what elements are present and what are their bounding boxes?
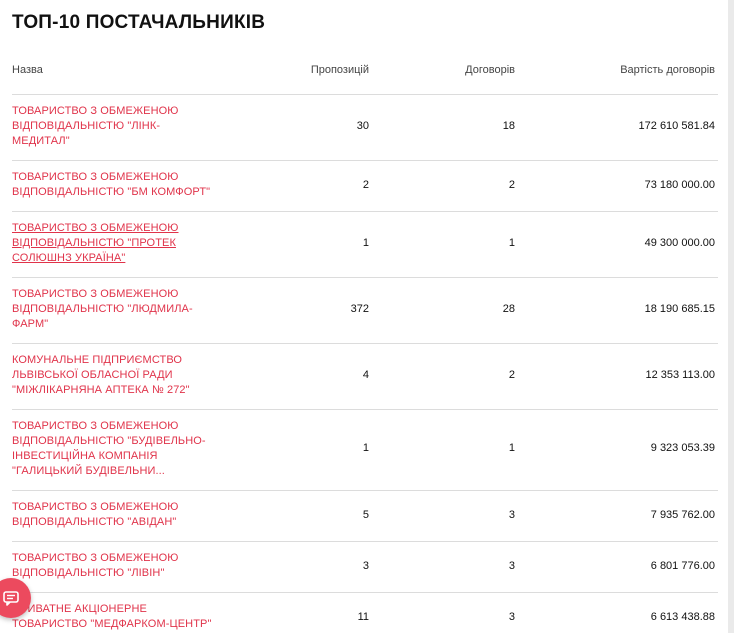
row-divider bbox=[12, 490, 718, 491]
contracts-count: 3 bbox=[508, 509, 515, 521]
supplier-link[interactable]: ТОВАРИСТВО З ОБМЕЖЕНОЮ ВІДПОВІДАЛЬНІСТЮ … bbox=[12, 551, 212, 581]
contracts-value: 49 300 000.00 bbox=[644, 237, 715, 249]
column-header-contracts[interactable]: Договорів bbox=[465, 64, 515, 76]
page-title: ТОП-10 ПОСТАЧАЛЬНИКІВ bbox=[12, 12, 266, 33]
supplier-link[interactable]: ТОВАРИСТВО З ОБМЕЖЕНОЮ ВІДПОВІДАЛЬНІСТЮ … bbox=[12, 419, 212, 479]
proposals-count: 1 bbox=[362, 237, 369, 249]
contracts-value: 9 323 053.39 bbox=[650, 442, 715, 454]
row-divider bbox=[12, 277, 718, 278]
page-scroll-track[interactable] bbox=[728, 0, 734, 633]
contracts-value: 172 610 581.84 bbox=[638, 120, 715, 132]
column-header-name[interactable]: Назва bbox=[12, 64, 43, 76]
supplier-link[interactable]: ПРИВАТНЕ АКЦІОНЕРНЕ ТОВАРИСТВО "МЕДФАРКО… bbox=[12, 602, 212, 632]
contracts-count: 28 bbox=[502, 303, 515, 315]
header-divider bbox=[12, 94, 718, 95]
supplier-link[interactable]: КОМУНАЛЬНЕ ПІДПРИЄМСТВО ЛЬВІВСЬКОЇ ОБЛАС… bbox=[12, 353, 212, 398]
supplier-link[interactable]: ТОВАРИСТВО З ОБМЕЖЕНОЮ ВІДПОВІДАЛЬНІСТЮ … bbox=[12, 221, 212, 266]
contracts-value: 6 801 776.00 bbox=[650, 560, 715, 572]
proposals-count: 4 bbox=[362, 369, 369, 381]
contracts-count: 2 bbox=[508, 369, 515, 381]
supplier-link[interactable]: ТОВАРИСТВО З ОБМЕЖЕНОЮ ВІДПОВІДАЛЬНІСТЮ … bbox=[12, 287, 212, 332]
proposals-count: 5 bbox=[362, 509, 369, 521]
row-divider bbox=[12, 211, 718, 212]
supplier-link[interactable]: ТОВАРИСТВО З ОБМЕЖЕНОЮ ВІДПОВІДАЛЬНІСТЮ … bbox=[12, 500, 212, 530]
row-divider bbox=[12, 160, 718, 161]
table-header: Назва Пропозицій Договорів Вартість дого… bbox=[12, 64, 718, 78]
row-divider bbox=[12, 541, 718, 542]
column-header-value[interactable]: Вартість договорів bbox=[620, 64, 715, 76]
contracts-count: 1 bbox=[508, 442, 515, 454]
contracts-value: 18 190 685.15 bbox=[644, 303, 715, 315]
contracts-count: 1 bbox=[508, 237, 515, 249]
row-divider bbox=[12, 343, 718, 344]
row-divider bbox=[12, 592, 718, 593]
proposals-count: 30 bbox=[356, 120, 369, 132]
supplier-link[interactable]: ТОВАРИСТВО З ОБМЕЖЕНОЮ ВІДПОВІДАЛЬНІСТЮ … bbox=[12, 104, 212, 149]
contracts-value: 7 935 762.00 bbox=[650, 509, 715, 521]
contracts-count: 2 bbox=[508, 179, 515, 191]
supplier-link[interactable]: ТОВАРИСТВО З ОБМЕЖЕНОЮ ВІДПОВІДАЛЬНІСТЮ … bbox=[12, 170, 212, 200]
chat-icon bbox=[3, 591, 19, 606]
contracts-value: 73 180 000.00 bbox=[644, 179, 715, 191]
proposals-count: 3 bbox=[362, 560, 369, 572]
column-header-proposals[interactable]: Пропозицій bbox=[311, 64, 369, 76]
contracts-count: 18 bbox=[502, 120, 515, 132]
proposals-count: 372 bbox=[350, 303, 369, 315]
contracts-value: 12 353 113.00 bbox=[645, 369, 715, 381]
contracts-value: 6 613 438.88 bbox=[650, 611, 715, 623]
contracts-count: 3 bbox=[508, 611, 515, 623]
row-divider bbox=[12, 409, 718, 410]
proposals-count: 11 bbox=[357, 611, 369, 623]
proposals-count: 1 bbox=[362, 442, 369, 454]
suppliers-card: ТОП-10 ПОСТАЧАЛЬНИКІВ Назва Пропозицій Д… bbox=[0, 0, 728, 633]
proposals-count: 2 bbox=[362, 179, 369, 191]
contracts-count: 3 bbox=[508, 560, 515, 572]
